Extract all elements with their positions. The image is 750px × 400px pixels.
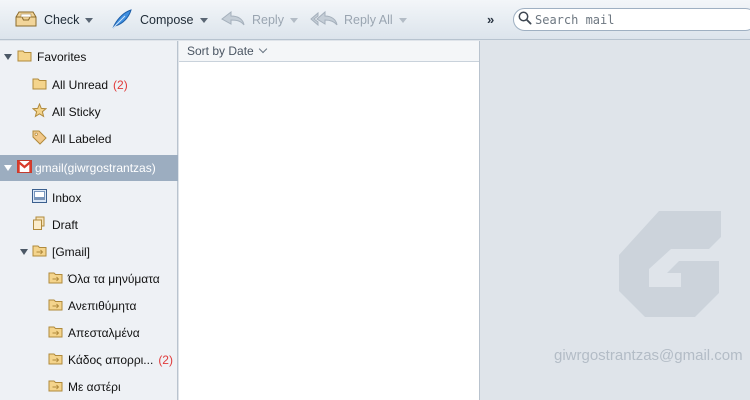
- sidebar-item-label: [Gmail]: [52, 244, 91, 259]
- folder-icon: [48, 379, 63, 395]
- reply-button[interactable]: Reply: [220, 0, 298, 40]
- sidebar-item-all-labeled[interactable]: All Labeled: [0, 125, 178, 152]
- chevron-down-icon[interactable]: [85, 18, 94, 23]
- check-mail-icon: [14, 9, 38, 32]
- folder-icon: [32, 77, 47, 93]
- tag-icon: [32, 130, 47, 148]
- draft-icon: [32, 216, 47, 234]
- reading-pane: giwrgostrantzas@gmail.com: [481, 41, 750, 400]
- sidebar-item-all-unread[interactable]: All Unread (2): [0, 71, 178, 98]
- unread-count-badge: (2): [113, 77, 128, 92]
- compose-button[interactable]: Compose: [110, 0, 208, 40]
- star-icon: [31, 102, 48, 121]
- search-icon: [518, 11, 532, 28]
- folder-icon: [48, 352, 63, 368]
- account-label: gmail(giwrgostrantzas): [35, 161, 156, 175]
- compose-label: Compose: [140, 13, 194, 27]
- sidebar-item-label: Κάδος απορρι...: [68, 352, 154, 367]
- folder-icon: [48, 325, 63, 341]
- sort-dropdown[interactable]: Sort by Date: [179, 41, 479, 62]
- folder-icon: [17, 49, 32, 65]
- sidebar-item-label: Draft: [52, 217, 79, 232]
- sidebar-item-label: Απεσταλμένα: [68, 325, 140, 340]
- folder-icon: [48, 271, 63, 287]
- favorites-label: Favorites: [37, 49, 87, 64]
- search-input[interactable]: [535, 12, 735, 27]
- sidebar-item-label: Με αστέρι: [68, 379, 121, 394]
- sidebar-item-sent[interactable]: Απεσταλμένα: [0, 319, 178, 346]
- sidebar-item-label: Όλα τα μηνύματα: [68, 271, 160, 286]
- sidebar-item-starred[interactable]: Με αστέρι: [0, 373, 178, 400]
- compose-feather-icon: [110, 7, 134, 34]
- sidebar-item-all-mail[interactable]: Όλα τα μηνύματα: [0, 265, 178, 292]
- message-list-pane: Sort by Date: [179, 41, 480, 400]
- sidebar-item-trash[interactable]: Κάδος απορρι... (2): [0, 346, 178, 373]
- chevron-down-icon: [258, 44, 267, 54]
- favorites-header[interactable]: Favorites: [0, 43, 178, 70]
- reply-arrow-icon: [220, 9, 246, 32]
- sort-label: Sort by Date: [187, 44, 254, 58]
- app-logo-icon: [619, 209, 721, 320]
- check-label: Check: [44, 13, 80, 27]
- reply-label: Reply: [252, 13, 284, 27]
- unread-count-badge: (2): [158, 352, 173, 367]
- account-row-gmail[interactable]: gmail(giwrgostrantzas): [0, 155, 178, 181]
- folder-icon: [32, 244, 47, 260]
- sidebar-item-label: All Labeled: [52, 131, 112, 146]
- folder-icon: [48, 298, 63, 314]
- sidebar-item-all-sticky[interactable]: All Sticky: [0, 98, 178, 125]
- toolbar-overflow-button[interactable]: »: [487, 12, 494, 27]
- search-box[interactable]: [513, 8, 750, 31]
- sidebar-item-inbox[interactable]: Inbox: [0, 184, 178, 211]
- gmail-icon: [17, 160, 32, 176]
- chevron-down-icon[interactable]: [398, 18, 407, 23]
- chevron-down-icon[interactable]: [199, 18, 208, 23]
- sidebar-item-label: Inbox: [52, 190, 82, 205]
- reply-all-label: Reply All: [344, 13, 393, 27]
- check-button[interactable]: Check: [14, 0, 94, 40]
- sidebar-item-label: All Sticky: [52, 104, 101, 119]
- reply-all-button[interactable]: Reply All: [309, 0, 407, 40]
- expand-triangle-icon[interactable]: [4, 53, 12, 60]
- chevron-down-icon[interactable]: [289, 18, 298, 23]
- expand-triangle-icon[interactable]: [20, 248, 28, 255]
- inbox-icon: [32, 189, 47, 206]
- expand-triangle-icon[interactable]: [4, 165, 12, 171]
- sidebar-item-draft[interactable]: Draft: [0, 211, 178, 238]
- sidebar-item-label: Ανεπιθύμητα: [68, 298, 137, 313]
- folder-sidebar: Favorites All Unread (2) All Sticky All …: [0, 41, 178, 400]
- reply-all-arrow-icon: [309, 9, 339, 32]
- account-email-watermark: giwrgostrantzas@gmail.com: [554, 347, 743, 364]
- sidebar-item-label: All Unread: [52, 77, 109, 92]
- sidebar-item-gmail-folder[interactable]: [Gmail]: [0, 238, 178, 265]
- sidebar-item-spam[interactable]: Ανεπιθύμητα: [0, 292, 178, 319]
- toolbar: Check Compose Reply Reply All » Search m…: [0, 0, 750, 40]
